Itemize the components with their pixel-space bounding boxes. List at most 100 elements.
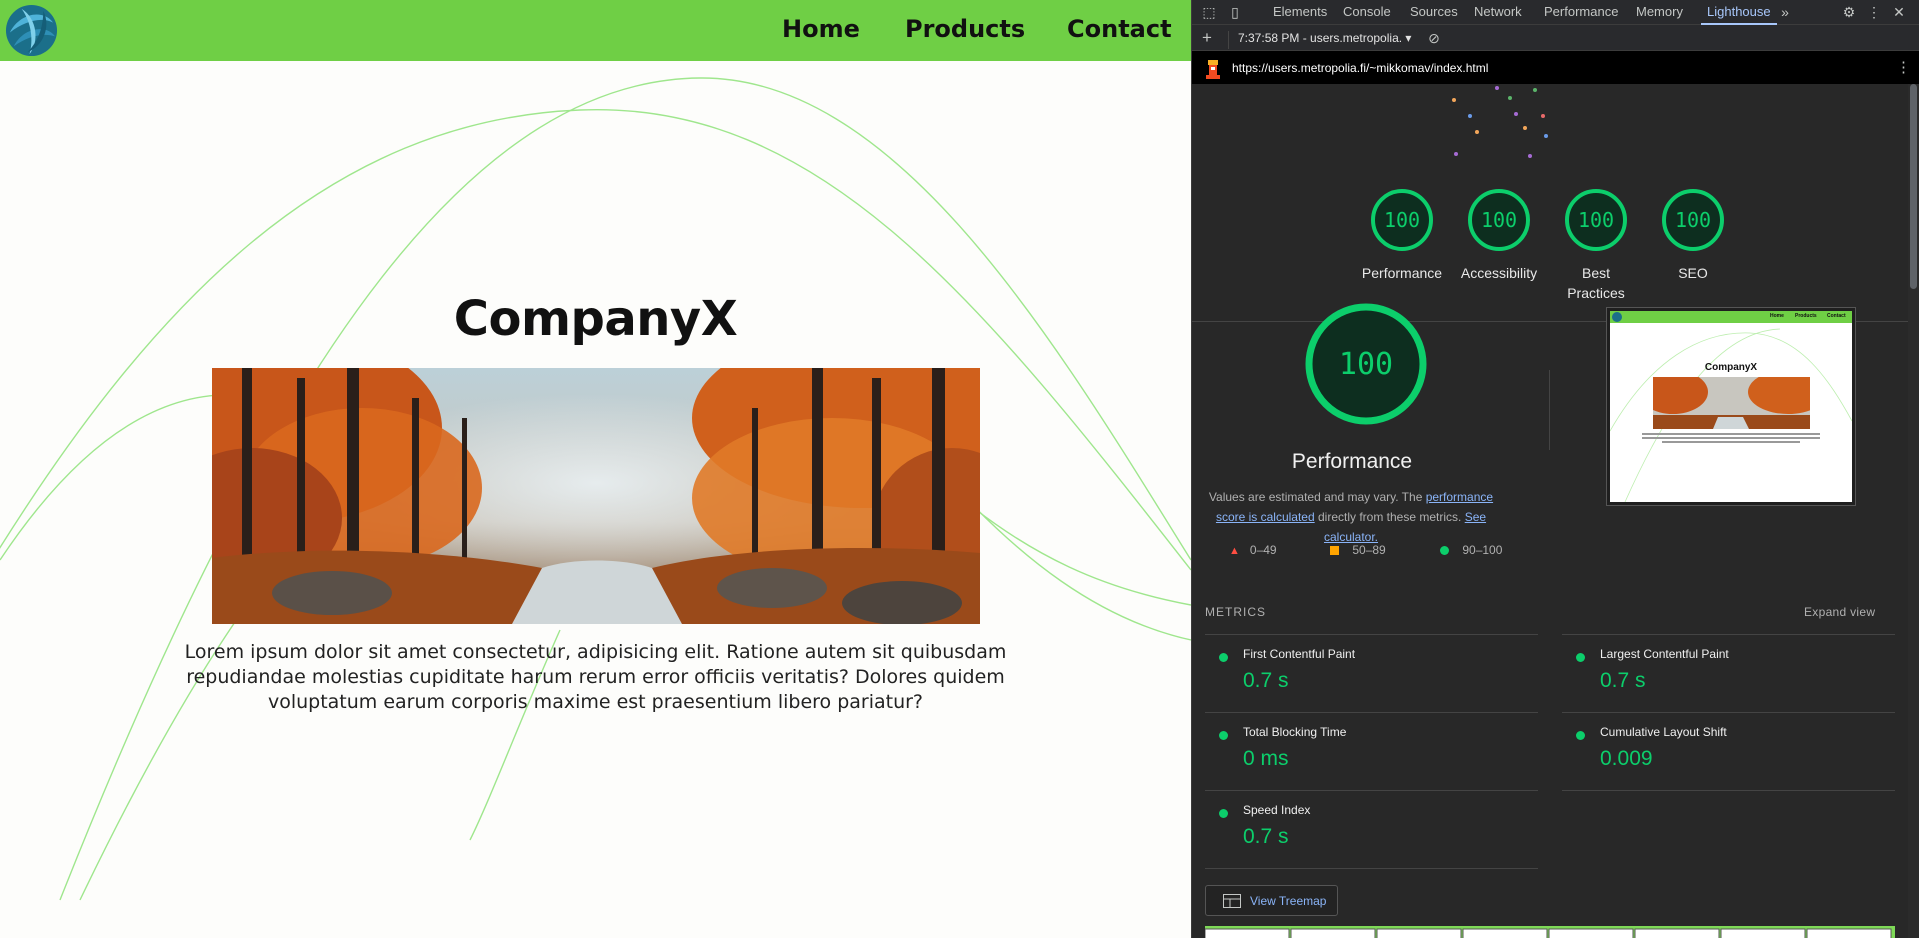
- thumbnail-logo: [1612, 312, 1622, 322]
- metrics-heading: METRICS: [1205, 605, 1266, 619]
- gauge-performance-score: 100: [1384, 208, 1420, 232]
- metrics-bottom-divider: [1205, 868, 1538, 869]
- close-devtools-icon[interactable]: ✕: [1890, 3, 1908, 21]
- metric-total-blocking-time: Total Blocking Time 0 ms: [1205, 712, 1538, 790]
- thumbnail-hero-image: [1653, 377, 1810, 429]
- metric-name: Cumulative Layout Shift: [1600, 725, 1727, 739]
- inspect-element-icon[interactable]: ⬚: [1200, 3, 1218, 21]
- tab-performance[interactable]: Performance: [1544, 0, 1618, 25]
- more-options-icon[interactable]: ⋮: [1865, 3, 1883, 21]
- devtools-tabbar: ⬚ ▯ Elements Console Sources Network Per…: [1192, 0, 1919, 25]
- pass-circle-icon: [1440, 546, 1449, 555]
- performance-score-gauge: 100: [1305, 303, 1427, 425]
- report-select-value: 7:37:58 PM - users.metropolia.: [1238, 31, 1403, 45]
- report-menu-icon[interactable]: ⋮: [1896, 58, 1911, 76]
- metric-value: 0.7 s: [1243, 825, 1289, 848]
- tab-memory[interactable]: Memory: [1636, 0, 1683, 25]
- tab-sources[interactable]: Sources: [1410, 0, 1458, 25]
- thumbnail-nav-home: Home: [1770, 313, 1784, 319]
- metric-value: 0.7 s: [1600, 669, 1646, 692]
- legend-fail-range: 0–49: [1249, 543, 1277, 557]
- report-select[interactable]: 7:37:58 PM - users.metropolia. ▾: [1238, 31, 1411, 45]
- tab-elements[interactable]: Elements: [1273, 0, 1327, 25]
- gauge-best-practices-label-text: Best Practices: [1567, 265, 1625, 301]
- tab-lighthouse[interactable]: Lighthouse: [1701, 0, 1777, 25]
- confetti-decoration: [1452, 86, 1548, 158]
- metric-largest-contentful-paint: Largest Contentful Paint 0.7 s: [1562, 634, 1895, 712]
- tab-network[interactable]: Network: [1474, 0, 1522, 25]
- thumbnail-title: CompanyX: [1704, 362, 1758, 373]
- performance-description: Values are estimated and may vary. The p…: [1201, 487, 1501, 547]
- pass-circle-icon: [1576, 653, 1585, 662]
- metric-value: 0 ms: [1243, 747, 1289, 770]
- lighthouse-report: 100 Performance 100 Accessibility 100 Be…: [1192, 84, 1909, 938]
- settings-gear-icon[interactable]: ⚙: [1840, 3, 1858, 21]
- fail-triangle-icon: ▲: [1229, 545, 1240, 557]
- filmstrip-frames: [1204, 928, 1892, 938]
- legend-average: 50–89: [1330, 543, 1386, 557]
- gauge-accessibility[interactable]: 100: [1467, 188, 1531, 252]
- pass-circle-icon: [1219, 653, 1228, 662]
- pass-circle-icon: [1576, 731, 1585, 740]
- company-logo[interactable]: [4, 3, 59, 58]
- report-url-bar: https://users.metropolia.fi/~mikkomav/in…: [1192, 51, 1919, 84]
- clear-reports-icon[interactable]: ⊘: [1425, 29, 1443, 47]
- gauge-accessibility-score: 100: [1481, 208, 1517, 232]
- view-treemap-label: View Treemap: [1250, 894, 1327, 908]
- report-url[interactable]: https://users.metropolia.fi/~mikkomav/in…: [1232, 61, 1488, 75]
- lighthouse-logo-icon: [1206, 60, 1220, 79]
- view-treemap-button[interactable]: View Treemap: [1205, 885, 1338, 916]
- performance-score-value: 100: [1339, 347, 1393, 382]
- legend-pass: 90–100: [1440, 543, 1502, 557]
- gauge-performance[interactable]: 100: [1370, 188, 1434, 252]
- metric-speed-index: Speed Index 0.7 s: [1205, 790, 1538, 868]
- gauge-best-practices[interactable]: 100: [1564, 188, 1628, 252]
- average-square-icon: [1330, 546, 1339, 555]
- metrics-right-divider: [1562, 790, 1895, 791]
- treemap-icon: [1223, 894, 1241, 908]
- thumbnail-page: Home Products Contact CompanyX: [1610, 311, 1852, 502]
- metric-value: 0.009: [1600, 747, 1653, 770]
- thumbnail-text-line: [1662, 441, 1800, 443]
- page-title: CompanyX: [453, 291, 738, 347]
- hero-autumn-forest-image: [212, 368, 980, 624]
- gauge-seo-label: SEO: [1678, 265, 1708, 281]
- gauge-best-practices-score: 100: [1578, 208, 1614, 232]
- metric-name: First Contentful Paint: [1243, 647, 1356, 661]
- gauge-seo[interactable]: 100: [1661, 188, 1725, 252]
- performance-heading: Performance: [1291, 450, 1413, 473]
- site-navbar: Home Products Contact: [0, 0, 1191, 61]
- performance-desc-text-1: Values are estimated and may vary. The: [1208, 490, 1426, 504]
- metric-name: Largest Contentful Paint: [1600, 647, 1729, 661]
- legend-pass-range: 90–100: [1462, 543, 1503, 557]
- metric-first-contentful-paint: First Contentful Paint 0.7 s: [1205, 634, 1538, 712]
- gauge-seo-score: 100: [1675, 208, 1711, 232]
- thumbnail-nav-contact: Contact: [1827, 313, 1846, 319]
- more-tabs-chevron-icon[interactable]: »: [1776, 3, 1794, 21]
- metric-value: 0.7 s: [1243, 669, 1289, 692]
- devtools-panel: ⬚ ▯ Elements Console Sources Network Per…: [1191, 0, 1919, 938]
- report-scrollbar[interactable]: [1908, 84, 1919, 938]
- metric-name: Speed Index: [1243, 803, 1311, 817]
- nav-link-products[interactable]: Products: [905, 15, 1025, 43]
- thumbnail-text-line: [1642, 437, 1820, 439]
- nav-link-contact[interactable]: Contact: [1067, 15, 1172, 43]
- nav-link-home[interactable]: Home: [782, 15, 860, 43]
- metric-name: Total Blocking Time: [1243, 725, 1347, 739]
- pass-circle-icon: [1219, 731, 1228, 740]
- lighthouse-toolbar: + 7:37:58 PM - users.metropolia. ▾ ⊘: [1192, 25, 1919, 51]
- device-toolbar-icon[interactable]: ▯: [1226, 3, 1244, 21]
- expand-view-toggle[interactable]: Expand view: [1804, 605, 1875, 619]
- legend-fail: ▲ 0–49: [1229, 543, 1277, 557]
- performance-desc-text-2: directly from these metrics.: [1314, 510, 1465, 524]
- thumbnail-nav-products: Products: [1795, 313, 1817, 319]
- website-viewport: Home Products Contact CompanyX Lorem ips…: [0, 0, 1191, 938]
- final-screenshot-thumbnail[interactable]: Home Products Contact CompanyX: [1606, 307, 1856, 506]
- tab-console[interactable]: Console: [1343, 0, 1391, 25]
- intro-paragraph: Lorem ipsum dolor sit amet consectetur, …: [184, 641, 1007, 713]
- legend-average-range: 50–89: [1352, 543, 1386, 557]
- report-scrollbar-thumb[interactable]: [1910, 84, 1917, 289]
- new-report-plus-icon[interactable]: +: [1198, 29, 1216, 47]
- toolbar-divider: [1228, 31, 1229, 49]
- metric-cumulative-layout-shift: Cumulative Layout Shift 0.009: [1562, 712, 1895, 790]
